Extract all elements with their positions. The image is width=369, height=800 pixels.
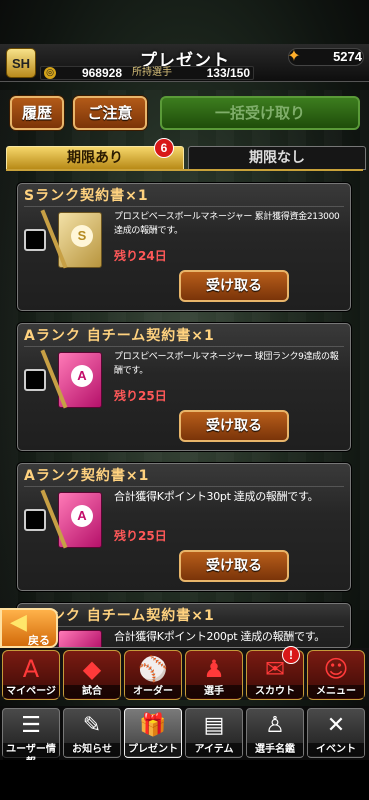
nav-label: メニュー [308,685,364,698]
news-icon: ✎ [82,713,102,738]
remaining-days: 残り25日 [114,389,167,403]
nav-news[interactable]: ✎ お知らせ [63,708,121,758]
tab-underline [6,169,363,171]
item-icon: ▤ [203,713,225,738]
present-item: Aランク契約書×1 A 合計獲得Kポイント30pt 達成の報酬です。 残り25日… [17,463,351,591]
item-title: Sランク契約書×1 [24,186,344,207]
rank-seal: A [71,505,93,527]
nav-user-info[interactable]: ☰ユーザー情報 [2,708,60,769]
directory-icon: ♙ [265,713,285,738]
coin-count: 5274 [333,49,362,64]
field-icon: ⚾ [138,655,168,683]
history-button[interactable]: 履歴 [10,96,64,130]
money-value: 968928 [81,66,122,80]
tab-count-badge: 6 [154,138,174,158]
tab-no-limit[interactable]: 期限なし [188,146,366,170]
back-label: 戻る [28,634,50,647]
stadium-icon: ◆ [82,655,102,683]
nav-label: プレゼント [125,743,181,756]
main-nav: A マイページ ◆ 試合 ⚾ オーダー ♟ 選手 ✉ スカウト ☺ メニュー [0,648,369,700]
nav-match[interactable]: ◆ 試合 [63,650,121,700]
nav-player-directory[interactable]: ♙ 選手名鑑 [246,708,304,758]
rank-seal: A [71,365,93,387]
rank-seal: S [71,225,93,247]
nav-label: 試合 [64,685,120,698]
event-icon: ✕ [326,713,346,738]
nav-label: マイページ [3,685,59,698]
item-title: Aランク契約書×1 [24,466,344,487]
receive-button[interactable]: 受け取る [179,550,289,582]
back-arrow-icon: ◀ [10,610,27,635]
receive-button[interactable]: 受け取る [179,410,289,442]
nav-label: お知らせ [64,743,120,756]
nav-label: 選手名鑑 [247,743,303,756]
gift-icon: 🎁 [139,713,167,738]
select-checkbox[interactable] [24,229,46,251]
nav-label: 選手 [186,685,242,698]
nav-label: オーダー [125,685,181,698]
players-value: 133/150 [206,66,250,80]
item-description: 合計獲得Kポイント200pt 達成の報酬です。 [114,630,326,643]
menu-icon: ☺ [323,655,349,683]
coin-icon: ✦ [287,46,301,65]
players-label: 所持選手 [132,67,172,78]
nav-label: イベント [308,743,364,756]
nav-items[interactable]: ▤ アイテム [185,708,243,758]
nav-menu[interactable]: ☺ メニュー [307,650,365,700]
item-description: 合計獲得Kポイント30pt 達成の報酬です。 [114,490,319,503]
receive-all-button[interactable]: 一括受け取り [160,96,360,130]
caution-button[interactable]: ご注意 [73,96,147,130]
nav-players[interactable]: ♟ 選手 [185,650,243,700]
money-icon: ◎ [44,67,56,79]
receive-button[interactable]: 受け取る [179,270,289,302]
nav-label: アイテム [186,743,242,756]
select-checkbox[interactable] [24,369,46,391]
mypage-icon: A [22,655,40,683]
contract-book-icon [58,630,102,647]
item-description: プロスピベースボールマネージャー 球団ランク9達成の報酬です。 [114,352,339,376]
scout-alert-badge: ! [282,646,300,664]
back-button[interactable]: ◀ 戻る [0,608,58,648]
team-logo: SH [6,48,36,78]
item-title: Aランク 自チーム契約書×1 [24,326,344,347]
item-title: Aランク 自チーム契約書×1 [24,606,344,627]
present-item: Sランク契約書×1 S プロスピベースボールマネージャー 累計獲得資金21300… [17,183,351,311]
user-info-icon: ☰ [21,713,41,738]
item-description: プロスピベースボールマネージャー 累計獲得資金213000達成の報酬です。 [114,212,340,236]
nav-mypage[interactable]: A マイページ [2,650,60,700]
nav-label: スカウト [247,685,303,698]
nav-present[interactable]: 🎁 プレゼント [124,708,182,758]
bottom-bar [0,760,369,800]
remaining-days: 残り25日 [114,529,167,543]
select-checkbox[interactable] [24,509,46,531]
player-icon: ♟ [203,655,225,683]
sub-nav: ☰ユーザー情報 ✎ お知らせ 🎁 プレゼント ▤ アイテム ♙ 選手名鑑 ✕ イベント [0,706,369,769]
present-item: Aランク 自チーム契約書×1 合計獲得Kポイント200pt 達成の報酬です。 [17,603,351,648]
nav-order[interactable]: ⚾ オーダー [124,650,182,700]
remaining-days: 残り24日 [114,249,167,263]
present-item: Aランク 自チーム契約書×1 A プロスピベースボールマネージャー 球団ランク9… [17,323,351,451]
nav-event[interactable]: ✕ イベント [307,708,365,758]
